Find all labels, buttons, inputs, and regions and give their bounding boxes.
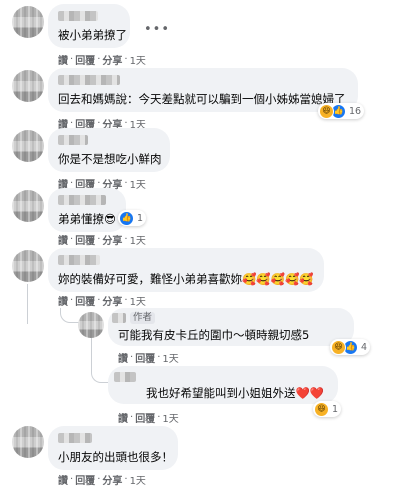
share-link[interactable]: 分享 <box>102 472 122 487</box>
reaction-summary[interactable]: 👍 1 <box>118 210 147 226</box>
commenter-name[interactable] <box>58 135 88 145</box>
commenter-name[interactable] <box>58 195 106 205</box>
commenter-name[interactable] <box>112 313 126 323</box>
commenter-name[interactable] <box>58 11 98 21</box>
comment-bubble: 回去和媽媽說：今天差點就可以騙到一個小姊姊當媳婦了 <box>48 68 358 112</box>
reply-link[interactable]: 回覆 <box>75 52 95 67</box>
like-link[interactable]: 讚 <box>58 52 68 67</box>
like-link[interactable]: 讚 <box>58 293 68 308</box>
comment-bubble: 作者 可能我有皮卡丘的圍巾～頓時親切感5 <box>108 308 354 346</box>
like-reaction-icon: 👍 <box>119 210 134 226</box>
reply-link[interactable]: 回覆 <box>75 293 95 308</box>
comment-bubble: 弟弟懂撩😎 <box>48 188 126 232</box>
comment-text: 小朋友的出頭也很多！ <box>58 450 173 464</box>
comment-text: 回去和媽媽說：今天差點就可以騙到一個小姊姊當媳婦了 <box>58 92 346 106</box>
reaction-summary[interactable]: 😆 👍 4 <box>330 339 371 355</box>
commenter-name[interactable] <box>58 75 120 85</box>
commenter-name[interactable] <box>114 372 136 382</box>
timestamp[interactable]: 1天 <box>162 350 178 365</box>
thread-line <box>91 338 92 372</box>
more-dots-icon[interactable]: ••• <box>144 22 170 37</box>
avatar[interactable] <box>12 426 44 458</box>
author-badge: 作者 <box>130 312 156 324</box>
haha-reaction-icon: 😆 <box>314 401 329 417</box>
reaction-count: 1 <box>332 403 339 415</box>
reply-link[interactable]: 回覆 <box>135 410 155 425</box>
comment-bubble: 妳的裝備好可愛，難怪小弟弟喜歡妳🥰🥰🥰🥰🥰 <box>48 248 324 292</box>
thread-line <box>27 284 28 324</box>
timestamp[interactable]: 1天 <box>130 232 146 247</box>
comment-bubble: 你是不是想吃小鮮肉 <box>48 128 170 172</box>
timestamp[interactable]: 1天 <box>130 52 146 67</box>
like-link[interactable]: 讚 <box>58 472 68 487</box>
comment-bubble: 被小弟弟撩了 <box>48 4 130 48</box>
share-link[interactable]: 分享 <box>102 232 122 247</box>
comment-actions: 讚 · 回覆 · 分享 · 1天 <box>58 472 146 487</box>
thread-connector <box>91 372 108 383</box>
comment-bubble: 小朋友的出頭也很多！ <box>48 426 178 470</box>
comment-actions: 讚 · 回覆 · 分享 · 1天 <box>58 52 146 67</box>
avatar[interactable] <box>12 70 44 102</box>
reply-link[interactable]: 回覆 <box>135 350 155 365</box>
comment-text: 被小弟弟撩了 <box>58 28 127 42</box>
like-link[interactable]: 讚 <box>118 350 128 365</box>
comment-actions: 讚 · 回覆 · 1天 <box>118 410 179 425</box>
avatar[interactable] <box>12 190 44 222</box>
avatar[interactable] <box>12 250 44 282</box>
commenter-name[interactable] <box>58 255 100 265</box>
reaction-count: 1 <box>137 212 144 224</box>
reaction-count: 4 <box>361 341 368 353</box>
reply-link[interactable]: 回覆 <box>75 472 95 487</box>
comment-bubble: 我也好希望能叫到小姐姐外送❤️❤️ <box>108 366 338 404</box>
comment-text: 弟弟懂撩😎 <box>58 212 116 226</box>
like-link[interactable]: 讚 <box>118 410 128 425</box>
thread-connector <box>60 308 79 323</box>
commenter-name[interactable] <box>58 433 92 443</box>
comment-text: 可能我有皮卡丘的圍巾～頓時親切感5 <box>118 328 310 342</box>
reaction-summary[interactable]: 😆 1 <box>313 401 342 417</box>
avatar[interactable] <box>78 312 104 338</box>
like-link[interactable]: 讚 <box>58 232 68 247</box>
avatar[interactable] <box>12 130 44 162</box>
share-link[interactable]: 分享 <box>102 293 122 308</box>
haha-reaction-icon: 😆 <box>319 103 334 119</box>
timestamp[interactable]: 1天 <box>130 176 146 191</box>
timestamp[interactable]: 1天 <box>130 472 146 487</box>
comment-text: 你是不是想吃小鮮肉 <box>58 152 162 166</box>
timestamp[interactable]: 1天 <box>130 293 146 308</box>
comment-actions: 讚 · 回覆 · 分享 · 1天 <box>58 232 146 247</box>
reaction-count: 16 <box>349 105 362 117</box>
haha-reaction-icon: 😆 <box>331 339 346 355</box>
comment-text: 妳的裝備好可愛，難怪小弟弟喜歡妳🥰🥰🥰🥰🥰 <box>58 272 314 286</box>
reply-link[interactable]: 回覆 <box>75 232 95 247</box>
share-link[interactable]: 分享 <box>102 52 122 67</box>
comment-actions: 讚 · 回覆 · 1天 <box>118 350 179 365</box>
timestamp[interactable]: 1天 <box>162 410 178 425</box>
comment-actions: 讚 · 回覆 · 分享 · 1天 <box>58 293 146 308</box>
comment-text: 我也好希望能叫到小姐姐外送❤️❤️ <box>146 386 325 400</box>
reaction-summary[interactable]: 😆 👍 16 <box>318 103 365 119</box>
avatar[interactable] <box>12 6 44 38</box>
